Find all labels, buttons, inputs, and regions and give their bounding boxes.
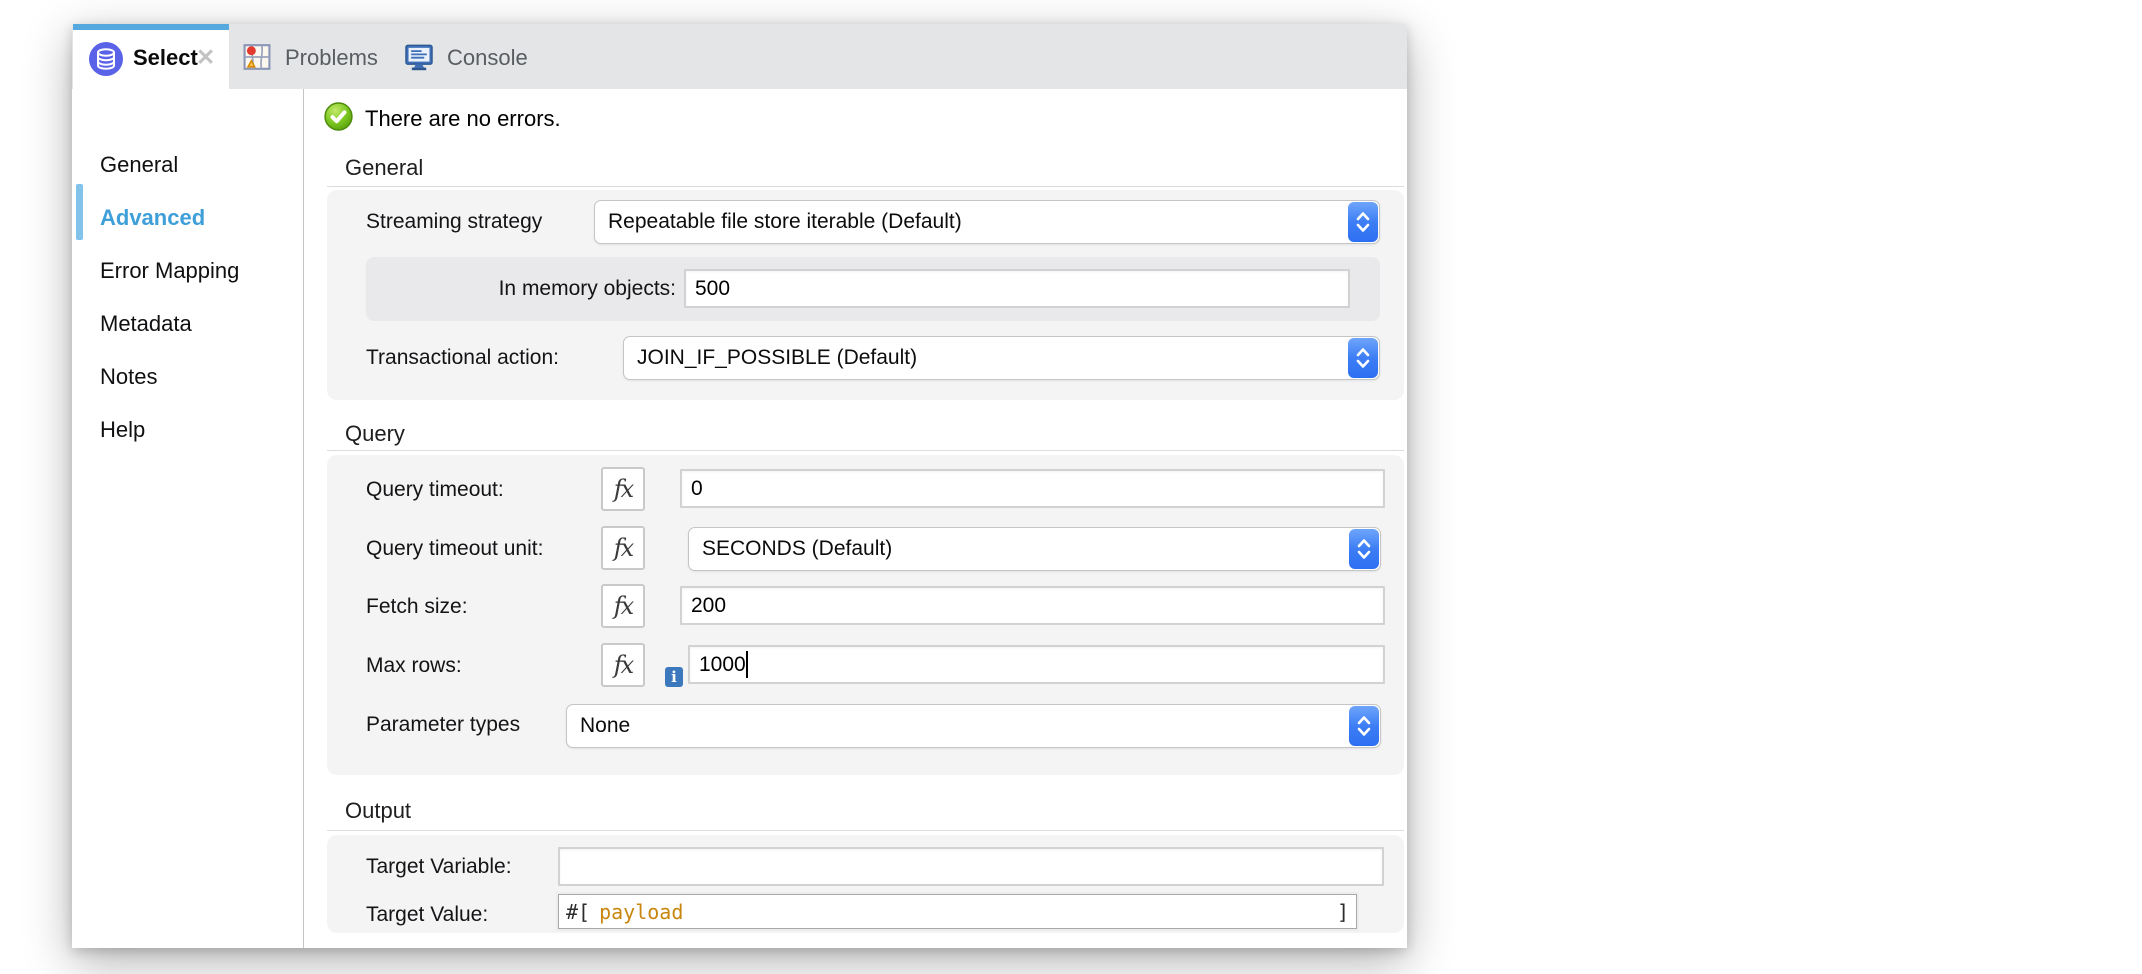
query-timeout-unit-select[interactable]: SECONDS (Default) <box>688 527 1381 571</box>
settings-content: There are no errors. General Streaming s… <box>304 89 1407 948</box>
max-rows-fx-button[interactable]: fx <box>601 643 645 687</box>
general-section-title: General <box>345 155 423 181</box>
chevron-up-down-icon <box>1348 338 1378 378</box>
close-icon[interactable]: ✕ <box>196 44 215 71</box>
query-panel: Query timeout: fx Query timeout unit: fx… <box>327 455 1404 775</box>
target-variable-input[interactable] <box>558 847 1384 886</box>
streaming-strategy-label: Streaming strategy <box>366 210 542 234</box>
chevron-up-down-icon <box>1349 529 1379 569</box>
tab-problems[interactable]: Problems <box>240 24 378 89</box>
expression-open-delimiter: #[ <box>566 900 590 924</box>
query-timeout-fx-button[interactable]: fx <box>601 467 645 511</box>
sidebar-item-error-mapping[interactable]: Error Mapping <box>100 258 239 284</box>
in-memory-objects-label: In memory objects: <box>366 277 676 301</box>
settings-sidebar: General Advanced Error Mapping Metadata … <box>72 89 303 948</box>
expression-close-delimiter: ] <box>1337 900 1349 924</box>
sidebar-item-advanced[interactable]: Advanced <box>100 205 205 231</box>
tab-console[interactable]: Console <box>402 24 528 89</box>
max-rows-input[interactable] <box>688 645 1385 684</box>
query-timeout-unit-label: Query timeout unit: <box>366 537 543 561</box>
parameter-types-label: Parameter types <box>366 713 520 737</box>
query-section-title: Query <box>345 421 405 447</box>
target-value-label: Target Value: <box>366 903 488 927</box>
in-memory-objects-group: In memory objects: <box>366 257 1380 321</box>
tab-bar: Select ✕ Problems Console <box>72 24 1407 89</box>
query-timeout-input[interactable] <box>680 469 1385 508</box>
expression-payload-text: payload <box>599 900 683 924</box>
streaming-strategy-select[interactable]: Repeatable file store iterable (Default) <box>594 200 1380 244</box>
general-panel: Streaming strategy Repeatable file store… <box>327 190 1404 400</box>
sidebar-item-general[interactable]: General <box>100 152 178 178</box>
info-icon: i <box>665 667 683 687</box>
transactional-action-select[interactable]: JOIN_IF_POSSIBLE (Default) <box>623 336 1380 380</box>
tab-select-label: Select <box>133 45 198 71</box>
tab-problems-label: Problems <box>285 43 378 71</box>
chevron-up-down-icon <box>1349 706 1379 746</box>
transactional-action-label: Transactional action: <box>366 346 559 370</box>
tab-select[interactable]: Select ✕ <box>73 24 229 89</box>
output-panel: Target Variable: Target Value: #[ payloa… <box>327 835 1404 933</box>
in-memory-objects-input[interactable] <box>684 269 1350 308</box>
output-section-title: Output <box>345 798 411 824</box>
max-rows-label: Max rows: <box>366 654 462 678</box>
query-timeout-label: Query timeout: <box>366 478 504 502</box>
target-value-expression-field[interactable]: #[ payload ] <box>558 894 1357 929</box>
parameter-types-select[interactable]: None <box>566 704 1381 748</box>
query-timeout-unit-fx-button[interactable]: fx <box>601 526 645 570</box>
console-icon <box>402 40 436 74</box>
sidebar-item-help[interactable]: Help <box>100 417 145 443</box>
text-cursor <box>746 651 748 678</box>
sidebar-item-metadata[interactable]: Metadata <box>100 311 192 337</box>
sidebar-active-indicator <box>76 184 83 240</box>
properties-window: Select ✕ Problems Console <box>72 24 1407 948</box>
problems-icon <box>240 40 274 74</box>
output-section-divider <box>327 830 1404 831</box>
status-message: There are no errors. <box>365 106 561 132</box>
fetch-size-fx-button[interactable]: fx <box>601 584 645 628</box>
target-variable-label: Target Variable: <box>366 855 512 879</box>
database-icon <box>88 41 124 77</box>
chevron-up-down-icon <box>1348 202 1378 242</box>
success-check-icon <box>324 102 353 131</box>
tab-console-label: Console <box>447 43 528 71</box>
query-section-divider <box>327 450 1404 451</box>
sidebar-item-notes[interactable]: Notes <box>100 364 157 390</box>
active-tab-indicator <box>73 24 229 30</box>
fetch-size-label: Fetch size: <box>366 595 468 619</box>
fetch-size-input[interactable] <box>680 586 1385 625</box>
general-section-divider <box>327 186 1404 187</box>
main-area: General Advanced Error Mapping Metadata … <box>72 89 1407 948</box>
